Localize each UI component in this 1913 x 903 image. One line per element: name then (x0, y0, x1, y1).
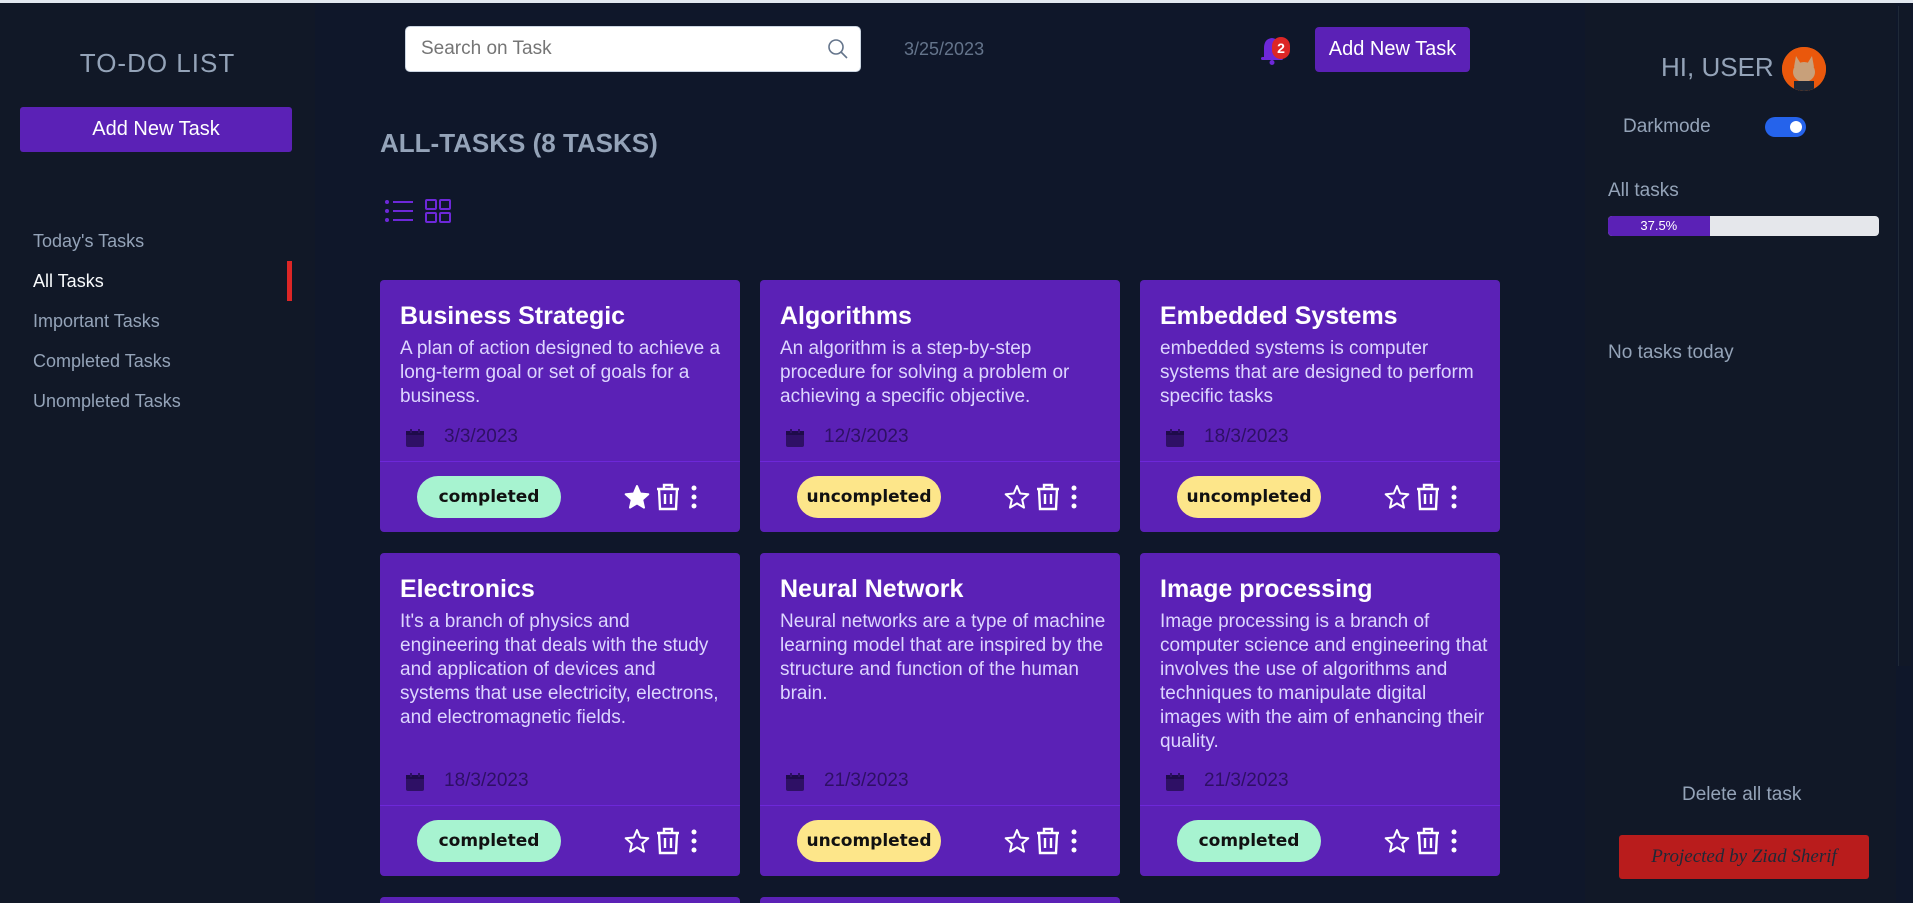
right-panel (1585, 3, 1896, 903)
card-divider (1140, 461, 1500, 462)
header-add-task-button[interactable]: Add New Task (1315, 27, 1470, 72)
card-divider (380, 805, 740, 806)
search-input[interactable] (406, 27, 806, 71)
sidebar-item-completed-tasks[interactable]: Completed Tasks (0, 341, 315, 381)
card-divider (760, 805, 1120, 806)
task-card[interactable]: Image processing Image processing is a b… (1140, 553, 1500, 876)
task-date: 18/3/2023 (1204, 426, 1289, 447)
task-title: Business Strategic (400, 302, 626, 330)
trash-icon[interactable] (655, 483, 681, 511)
trash-icon[interactable] (1415, 483, 1441, 511)
task-card[interactable] (760, 897, 1120, 903)
page-title: ALL-TASKS (8 TASKS) (380, 128, 658, 158)
scrollbar-thumb[interactable] (1898, 6, 1911, 666)
trash-icon[interactable] (1035, 827, 1061, 855)
task-title: Image processing (1160, 575, 1373, 603)
sidebar-item-important-tasks[interactable]: Important Tasks (0, 301, 315, 341)
star-icon[interactable] (624, 484, 650, 510)
sidebar-item-uncompleted-tasks[interactable]: Unompleted Tasks (0, 381, 315, 421)
status-badge[interactable]: completed (417, 476, 561, 518)
trash-icon[interactable] (1415, 827, 1441, 855)
more-options-icon[interactable] (1067, 828, 1081, 854)
calendar-icon (405, 772, 425, 792)
task-title: Neural Network (780, 575, 964, 603)
task-card[interactable]: Algorithms An algorithm is a step-by-ste… (760, 280, 1120, 532)
task-description: It's a branch of physics and engineering… (400, 611, 719, 728)
task-description: Image processing is a branch of computer… (1160, 611, 1488, 752)
star-icon[interactable] (1004, 484, 1030, 510)
task-card[interactable]: Embedded Systems embedded systems is com… (1140, 280, 1500, 532)
task-description: Neural networks are a type of machine le… (780, 611, 1106, 704)
task-title: Embedded Systems (1160, 302, 1398, 330)
task-date: 21/3/2023 (824, 770, 909, 791)
more-options-icon[interactable] (1447, 828, 1461, 854)
calendar-icon (1165, 772, 1185, 792)
sidebar-item-all-tasks[interactable]: All Tasks (0, 261, 315, 301)
more-options-icon[interactable] (687, 828, 701, 854)
more-options-icon[interactable] (687, 484, 701, 510)
card-divider (760, 461, 1120, 462)
task-date: 3/3/2023 (444, 426, 518, 447)
task-card[interactable]: Electronics It's a branch of physics and… (380, 553, 740, 876)
task-title: Electronics (400, 575, 535, 603)
sidebar-nav: Today's Tasks All Tasks Important Tasks … (0, 221, 315, 421)
more-options-icon[interactable] (1447, 484, 1461, 510)
card-divider (1140, 805, 1500, 806)
toggle-knob (1790, 121, 1802, 133)
star-icon[interactable] (1004, 828, 1030, 854)
status-badge[interactable]: uncompleted (797, 476, 941, 518)
task-date: 12/3/2023 (824, 426, 909, 447)
sidebar-item-todays-tasks[interactable]: Today's Tasks (0, 221, 315, 261)
progress-label: All tasks (1608, 180, 1679, 201)
more-options-icon[interactable] (1067, 484, 1081, 510)
task-description: embedded systems is computer systems tha… (1160, 338, 1474, 407)
user-greeting: HI, USER (1661, 52, 1774, 82)
task-card[interactable]: Business Strategic A plan of action desi… (380, 280, 740, 532)
status-badge[interactable]: completed (417, 820, 561, 862)
app-title: TO-DO LIST (79, 48, 236, 78)
progress-fill: 37.5% (1608, 216, 1710, 236)
calendar-icon (785, 428, 805, 448)
darkmode-label: Darkmode (1623, 116, 1711, 137)
task-description: An algorithm is a step-by-step procedure… (780, 338, 1070, 407)
trash-icon[interactable] (1035, 483, 1061, 511)
delete-all-tasks-button[interactable]: Delete all task (1682, 784, 1801, 806)
task-title: Algorithms (780, 302, 912, 330)
scrollbar[interactable] (1896, 3, 1913, 903)
star-icon[interactable] (1384, 828, 1410, 854)
calendar-icon (405, 428, 425, 448)
status-badge[interactable]: completed (1177, 820, 1321, 862)
darkmode-toggle[interactable] (1765, 117, 1806, 137)
notification-badge: 2 (1272, 37, 1290, 59)
task-description: A plan of action designed to achieve a l… (400, 338, 721, 407)
star-icon[interactable] (1384, 484, 1410, 510)
task-date: 18/3/2023 (444, 770, 529, 791)
calendar-icon (1165, 428, 1185, 448)
grid-view-icon[interactable] (424, 198, 452, 224)
calendar-icon (785, 772, 805, 792)
task-card[interactable]: Neural Network Neural networks are a typ… (760, 553, 1120, 876)
trash-icon[interactable] (655, 827, 681, 855)
user-avatar[interactable] (1782, 47, 1826, 91)
status-badge[interactable]: uncompleted (797, 820, 941, 862)
search-box (405, 26, 861, 72)
sidebar-add-task-button[interactable]: Add New Task (20, 107, 292, 152)
card-divider (380, 461, 740, 462)
status-badge[interactable]: uncompleted (1177, 476, 1321, 518)
task-card[interactable] (380, 897, 740, 903)
tasks-progress-bar: 37.5% (1608, 216, 1879, 236)
star-icon[interactable] (624, 828, 650, 854)
list-view-icon[interactable] (384, 198, 414, 224)
credit-badge: Projected by Ziad Sherif (1619, 835, 1869, 879)
search-icon[interactable] (826, 37, 850, 61)
task-date: 21/3/2023 (1204, 770, 1289, 791)
no-tasks-message: No tasks today (1608, 342, 1734, 363)
current-date: 3/25/2023 (904, 39, 985, 59)
